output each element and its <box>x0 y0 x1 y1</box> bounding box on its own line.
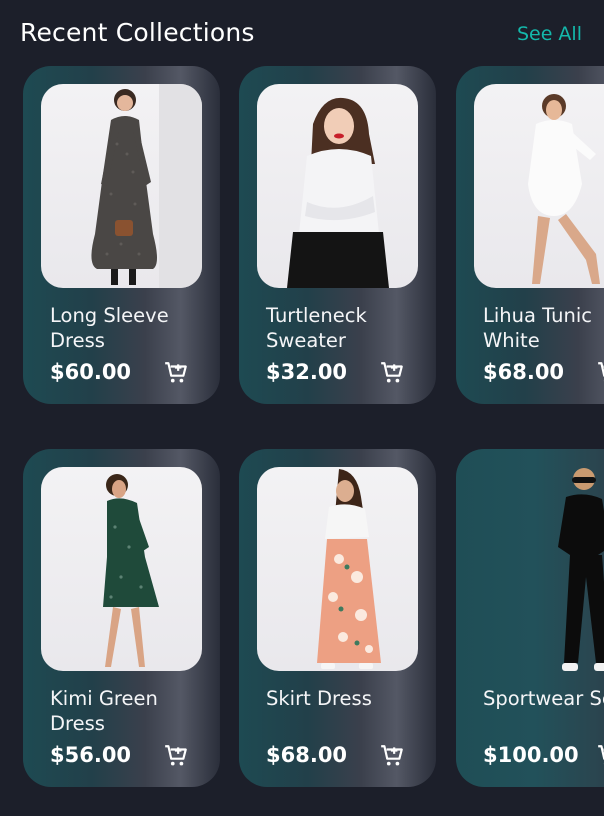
product-price: $32.00 <box>266 360 348 384</box>
product-row-1: Long Sleeve Dress $60.00 Turtleneck Swea… <box>0 66 604 406</box>
product-card[interactable]: Long Sleeve Dress $60.00 <box>23 66 220 404</box>
product-image <box>474 84 604 288</box>
product-row-2: Kimi Green Dress $56.00 Skirt Dress $68.… <box>0 449 604 789</box>
product-price: $68.00 <box>266 743 348 767</box>
product-image <box>257 467 418 671</box>
product-image <box>41 84 202 288</box>
product-name: Skirt Dress <box>266 687 372 710</box>
product-card[interactable]: Lihua Tunic White $68.00 <box>456 66 604 404</box>
cart-add-icon[interactable] <box>379 360 405 386</box>
product-price: $56.00 <box>50 743 132 767</box>
product-name: Sportwear Set <box>483 687 604 710</box>
product-card[interactable]: Turtleneck Sweater $32.00 <box>239 66 436 404</box>
product-image <box>257 84 418 288</box>
product-price: $100.00 <box>483 743 579 767</box>
cart-add-icon[interactable] <box>596 743 604 769</box>
product-price: $60.00 <box>50 360 132 384</box>
cart-add-icon[interactable] <box>379 743 405 769</box>
section-header: Recent Collections See All <box>0 0 604 66</box>
product-name: Long Sleeve Dress <box>50 304 169 352</box>
section-title: Recent Collections <box>20 18 255 47</box>
product-name: Turtleneck Sweater <box>266 304 367 352</box>
product-name: Lihua Tunic White <box>483 304 592 352</box>
cart-add-icon[interactable] <box>163 743 189 769</box>
product-card[interactable]: Sportwear Set $100.00 <box>456 449 604 787</box>
product-card[interactable]: Skirt Dress $68.00 <box>239 449 436 787</box>
product-name: Kimi Green Dress <box>50 687 158 735</box>
product-price: $68.00 <box>483 360 565 384</box>
product-image <box>41 467 202 671</box>
cart-add-icon[interactable] <box>163 360 189 386</box>
see-all-link[interactable]: See All <box>517 23 582 45</box>
cart-add-icon[interactable] <box>596 360 604 386</box>
product-card[interactable]: Kimi Green Dress $56.00 <box>23 449 220 787</box>
product-image <box>474 467 604 671</box>
